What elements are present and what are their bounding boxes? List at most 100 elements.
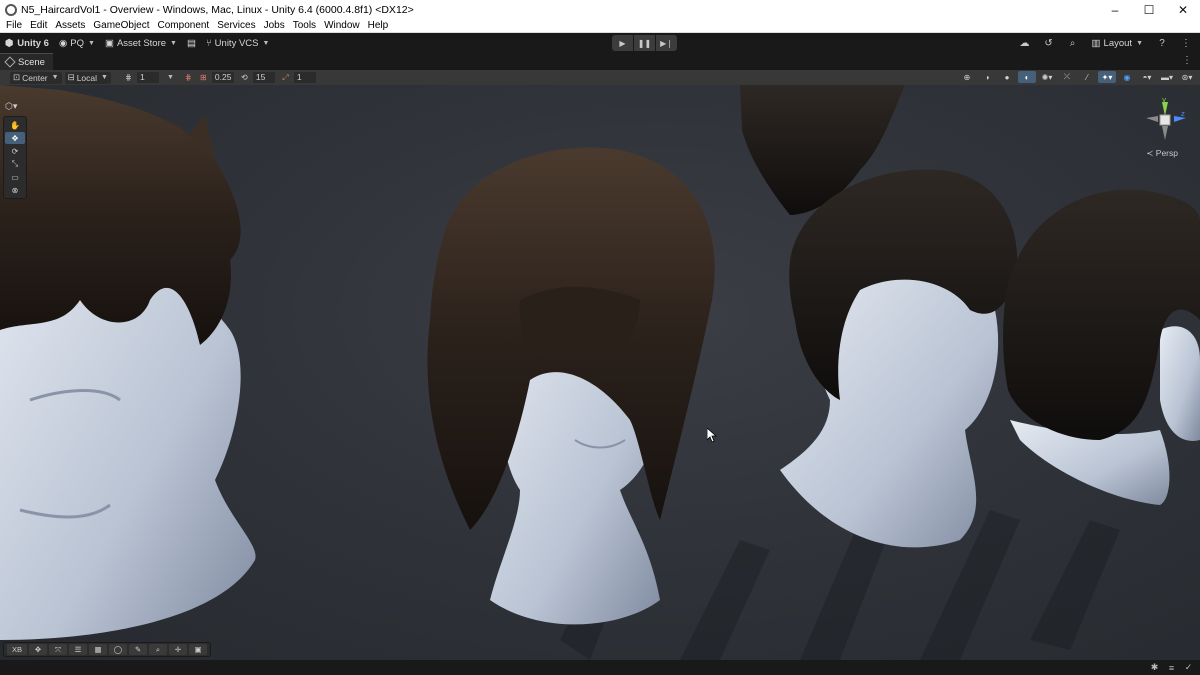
orientation-gizmo[interactable]: y z [1144,96,1188,146]
shopping-bag-icon: ▣ [104,37,114,49]
pause-button[interactable]: ❚❚ [634,35,655,51]
check-icon[interactable]: ✓ [1183,662,1194,673]
account-dropdown[interactable]: ◉ PQ ▼ [54,35,100,51]
sphere-tool-icon[interactable]: ◯ [109,644,127,655]
move-tool-icon[interactable]: ✥ [5,132,25,144]
window-titlebar: N5_HaircardVol1 - Overview - Windows, Ma… [0,0,1200,19]
search-icon[interactable]: ⌕ [149,644,167,655]
layers-icon[interactable]: ☰ [69,644,87,655]
hand-tool-icon[interactable]: ✋ [5,119,25,131]
projection-label: Persp [1155,148,1178,158]
account-icon: ◉ [58,37,68,49]
shaded-wireframe-icon[interactable]: ◑ [978,71,996,83]
snap-increment-field[interactable]: 0.25 [211,72,234,83]
gizmo-z-label: z [1181,110,1185,118]
main-toolbar: ⬢ Unity 6 ◉ PQ ▼ ▣ Asset Store ▼ ▤ ⑂ Uni… [0,33,1200,53]
history-icon: ↺ [1044,37,1053,49]
tab-menu-icon[interactable]: ⋮ [1182,55,1192,66]
pivot-mode-label: Center [22,72,48,83]
asset-store-dropdown[interactable]: ▣ Asset Store ▼ [100,35,182,51]
settings-menu-button[interactable]: ⋮ [1176,35,1196,51]
grid-snap-icon[interactable]: ⊞ [197,72,210,84]
menu-component[interactable]: Component [154,19,214,32]
rect-tool-icon[interactable]: ▭ [5,171,25,183]
account-label: PQ [70,37,85,49]
audio-toggle-icon[interactable]: ⁄ [1078,71,1096,83]
lighting-toggle-icon[interactable]: ✺▾ [1038,71,1056,83]
terrain-tool-icon[interactable]: ⤧ [49,644,67,655]
status-icons: ✱ ≡ ✓ [1149,662,1194,673]
move-handle-icon[interactable]: ✥ [29,644,47,655]
step-button[interactable]: ▶❘ [656,35,677,51]
camera-icon[interactable]: ▣ [189,644,207,655]
menu-help[interactable]: Help [364,19,393,32]
unity-version-label: Unity 6 [17,37,49,49]
shaded-icon[interactable]: ● [998,71,1016,83]
projection-toggle[interactable]: ≺ Persp [1146,148,1178,159]
grid-tool-icon[interactable]: ▦ [89,644,107,655]
menu-edit[interactable]: Edit [26,19,51,32]
rotation-snap-icon[interactable]: ⟲ [238,72,251,84]
2d-toggle-icon[interactable]: ⤫ [1058,71,1076,83]
menu-file[interactable]: File [2,19,26,32]
increment-snap-icon[interactable]: ⋕ [182,72,195,84]
hidden-objects-icon[interactable]: ◓▾ [1138,71,1156,83]
help-button[interactable]: ? [1152,35,1172,51]
search-button[interactable]: ⌕ [1063,35,1083,51]
pivot-space-dropdown[interactable]: ⊟ Local ▼ [64,71,111,84]
debug-icon[interactable]: ✱ [1149,662,1160,673]
scene-render [0,85,1200,660]
menu-gameobject[interactable]: GameObject [89,19,153,32]
menu-assets[interactable]: Assets [51,19,89,32]
xr-button[interactable]: XB [7,644,27,655]
camera-settings-icon[interactable]: ▬▾ [1158,71,1176,83]
play-button[interactable]: ▶ [612,35,633,51]
scale-tool-icon[interactable]: ⤡ [5,158,25,170]
close-button[interactable]: ✕ [1166,0,1200,19]
menu-window[interactable]: Window [320,19,364,32]
console-icon[interactable]: ≡ [1166,662,1177,673]
search-icon: ⌕ [1069,37,1076,49]
transform-tool-icon[interactable]: ⊗ [5,184,25,196]
history-button[interactable]: ↺ [1039,35,1059,51]
paint-tool-icon[interactable]: ✎ [129,644,147,655]
kebab-icon: ⋮ [1181,37,1191,49]
rotation-snap-field[interactable]: 15 [252,72,275,83]
navigate-icon[interactable]: ✛ [169,644,187,655]
gizmo-y-label: y [1162,98,1166,104]
scene-viewport[interactable] [0,85,1200,660]
lit-sphere-icon[interactable]: ◐ [1018,71,1036,83]
layout-dropdown[interactable]: ▥ Layout ▼ [1087,35,1148,51]
view-tool-toggle[interactable]: ⬡▾ [5,101,17,112]
grid-visibility-icon[interactable]: ⋕ [122,72,135,84]
grid-size-field[interactable]: 1 [136,72,159,83]
unity-vcs-dropdown[interactable]: ⑂ Unity VCS ▼ [201,35,274,51]
tab-scene[interactable]: Scene [0,53,53,70]
rotate-tool-icon[interactable]: ⟳ [5,145,25,157]
cloud-button[interactable]: ☁ [1015,35,1035,51]
chevron-down-icon[interactable]: ▼ [167,74,174,81]
scale-snap-field[interactable]: 1 [293,72,316,83]
draw-mode-icon[interactable]: ⊕ [958,71,976,83]
chevron-down-icon: ▼ [170,39,177,47]
effects-toggle-icon[interactable]: ✦▾ [1098,71,1116,83]
scale-snap-icon[interactable]: ⤢ [279,72,292,84]
package-manager-button[interactable]: ▤ [182,35,201,51]
status-bar: ✱ ≡ ✓ [0,660,1200,675]
branch-icon: ⑂ [205,37,212,49]
minimize-button[interactable]: – [1098,0,1132,19]
local-space-icon: ⊟ [67,72,75,82]
pivot-mode-dropdown[interactable]: ⊡ Center ▼ [10,71,62,84]
bottom-overlay-toolbar: XB ✥ ⤧ ☰ ▦ ◯ ✎ ⌕ ✛ ▣ [3,642,211,657]
menu-jobs[interactable]: Jobs [260,19,289,32]
bust-long-hair [427,147,715,625]
pivot-icon: ⊡ [13,72,21,82]
tab-scene-label: Scene [18,56,45,68]
menu-tools[interactable]: Tools [289,19,320,32]
maximize-button[interactable]: ☐ [1132,0,1166,19]
menu-bar: File Edit Assets GameObject Component Se… [0,19,1200,33]
menu-services[interactable]: Services [213,19,259,32]
gizmos-toggle-icon[interactable]: ⊛▾ [1178,71,1196,83]
scene-visibility-icon[interactable]: ◉ [1118,71,1136,83]
unity-account-button[interactable]: ⬢ Unity 6 [0,35,54,51]
